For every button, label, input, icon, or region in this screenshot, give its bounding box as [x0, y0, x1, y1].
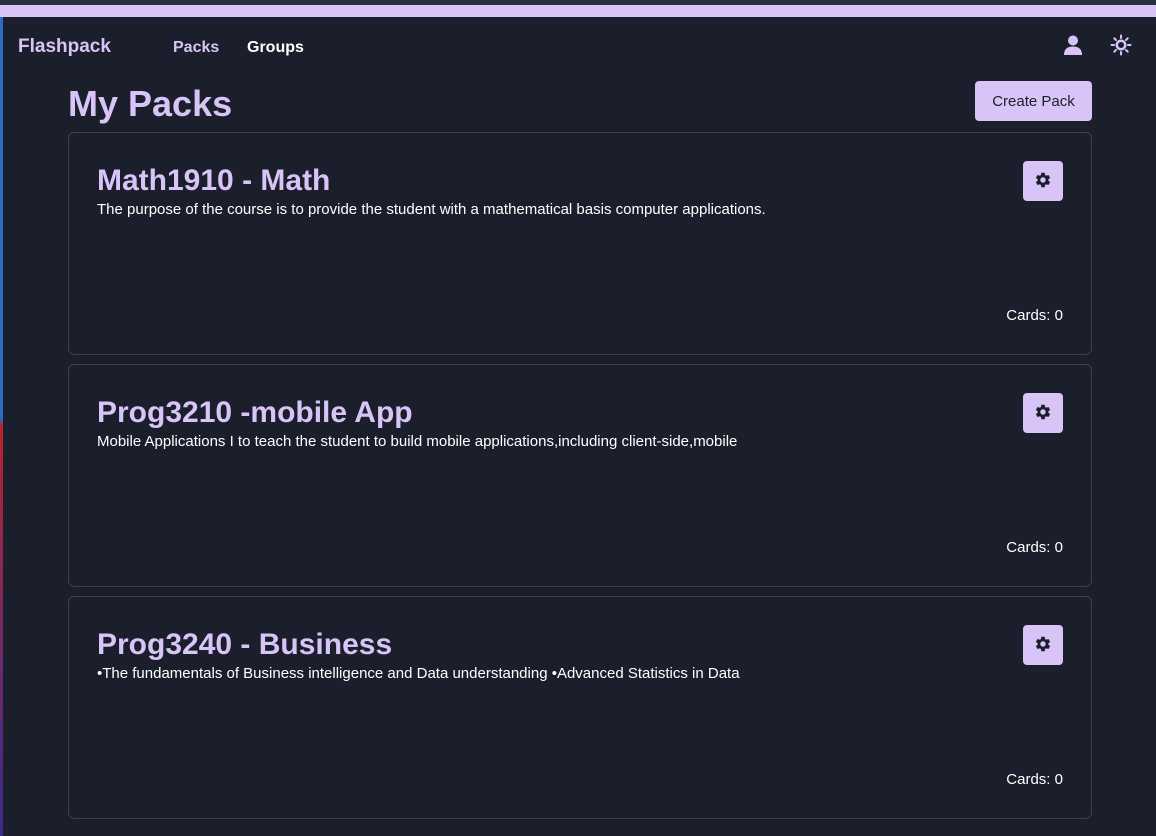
pack-settings-button[interactable]	[1023, 393, 1063, 433]
window-edge	[0, 0, 3, 836]
pack-settings-button[interactable]	[1023, 161, 1063, 201]
gear-icon	[1034, 635, 1052, 656]
navbar: Flashpack Packs Groups	[3, 17, 1156, 77]
nav-link-groups[interactable]: Groups	[247, 39, 304, 57]
pack-description: Mobile Applications I to teach the stude…	[97, 433, 738, 450]
pack-title[interactable]: Prog3240 - Business	[97, 625, 392, 665]
top-accent-bar	[0, 5, 1156, 17]
pack-card-count: Cards: 0	[1006, 771, 1063, 788]
pack-title[interactable]: Math1910 - Math	[97, 161, 330, 201]
pack-card[interactable]: Math1910 - Math The purpose of the cours…	[68, 132, 1092, 355]
pack-card-count: Cards: 0	[1006, 307, 1063, 324]
pack-card[interactable]: Prog3210 -mobile App Mobile Applications…	[68, 364, 1092, 587]
create-pack-button[interactable]: Create Pack	[975, 81, 1092, 121]
gear-icon	[1034, 403, 1052, 424]
user-icon[interactable]	[1062, 34, 1084, 56]
pack-title[interactable]: Prog3210 -mobile App	[97, 393, 413, 433]
pack-card[interactable]: Prog3240 - Business •The fundamentals of…	[68, 596, 1092, 819]
pack-description: The purpose of the course is to provide …	[97, 201, 766, 218]
top-bar	[0, 0, 1156, 17]
pack-description: •The fundamentals of Business intelligen…	[97, 665, 740, 682]
brand-logo[interactable]: Flashpack	[18, 36, 111, 58]
nav-link-packs[interactable]: Packs	[173, 39, 219, 57]
page-title: My Packs	[68, 83, 233, 124]
sun-icon[interactable]	[1110, 34, 1132, 56]
gear-icon	[1034, 171, 1052, 192]
pack-settings-button[interactable]	[1023, 625, 1063, 665]
pack-card-count: Cards: 0	[1006, 539, 1063, 556]
